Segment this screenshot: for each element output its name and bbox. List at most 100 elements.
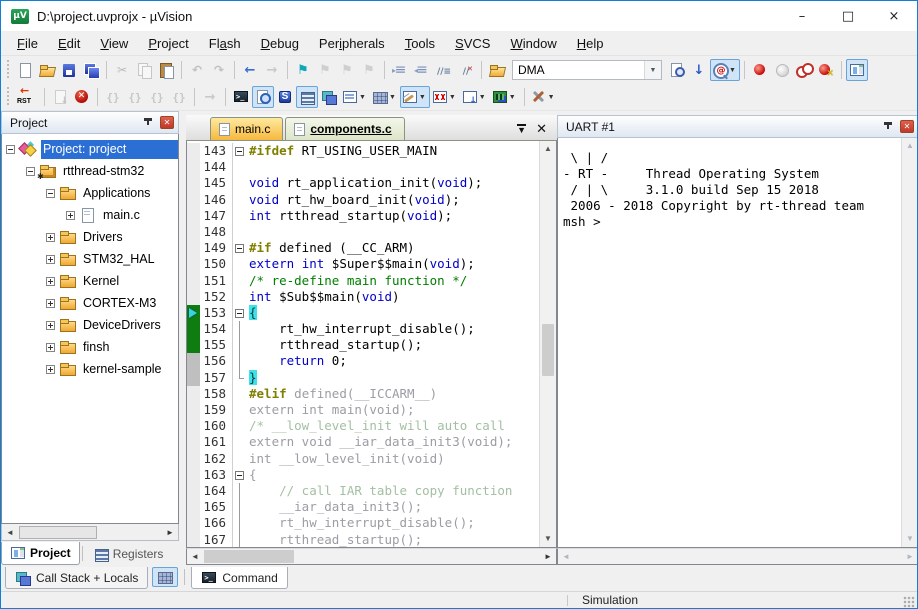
editor-tab-components-c[interactable]: components.c <box>285 117 404 140</box>
uncomment-icon[interactable] <box>455 59 477 81</box>
call-stack-window-icon[interactable] <box>318 86 340 108</box>
collapse-icon[interactable] <box>26 167 35 176</box>
combo-dropdown-icon[interactable]: ▼ <box>644 61 661 79</box>
command-window-icon[interactable] <box>230 86 252 108</box>
reset-cpu-icon[interactable] <box>14 86 40 108</box>
scroll-right-icon[interactable]: ► <box>902 552 918 561</box>
tree-item-main-c[interactable]: main.c <box>2 204 178 226</box>
find-in-files-icon[interactable] <box>666 59 688 81</box>
panel-splitter[interactable] <box>179 111 186 565</box>
toolbox-icon[interactable]: ▼ <box>490 86 520 108</box>
step-over-icon[interactable] <box>124 86 146 108</box>
collapse-icon[interactable] <box>6 145 15 154</box>
menu-tools[interactable]: Tools <box>395 33 445 54</box>
save-all-icon[interactable] <box>80 59 102 81</box>
code-view[interactable]: 143#ifdef RT_USING_USER_MAIN144145void r… <box>187 141 539 547</box>
bookmark-toggle-icon[interactable] <box>292 59 314 81</box>
menu-view[interactable]: View <box>90 33 138 54</box>
dropdown-caret-icon[interactable]: ▼ <box>478 94 488 101</box>
analysis-window-icon[interactable]: ▼ <box>430 86 460 108</box>
menu-project[interactable]: Project <box>138 33 198 54</box>
dropdown-caret-icon[interactable]: ▼ <box>508 94 518 101</box>
menu-svcs[interactable]: SVCS <box>445 33 500 54</box>
project-window-toggle-icon[interactable] <box>846 59 868 81</box>
scroll-down-icon[interactable]: ▼ <box>540 531 556 547</box>
tree-item-applications[interactable]: Applications <box>2 182 178 204</box>
expand-icon[interactable] <box>46 299 55 308</box>
scroll-left-icon[interactable]: ◄ <box>187 552 203 561</box>
target-select-combo[interactable]: DMA▼ <box>512 60 662 80</box>
dropdown-caret-icon[interactable]: ▼ <box>728 67 738 74</box>
bookmark-clear-icon[interactable] <box>358 59 380 81</box>
find-icon[interactable] <box>688 59 710 81</box>
kill-all-breakpoints-icon[interactable] <box>815 59 837 81</box>
dropdown-caret-icon[interactable]: ▼ <box>388 94 398 101</box>
dropdown-caret-icon[interactable]: ▼ <box>547 94 557 101</box>
dropdown-caret-icon[interactable]: ▼ <box>358 94 368 101</box>
lookup-symbol-icon[interactable]: ▼ <box>710 59 740 81</box>
paste-icon[interactable] <box>155 59 177 81</box>
menu-debug[interactable]: Debug <box>251 33 309 54</box>
tree-item-devicedrivers[interactable]: DeviceDrivers <box>2 314 178 336</box>
tree-item-stm32-hal[interactable]: STM32_HAL <box>2 248 178 270</box>
cut-icon[interactable] <box>111 59 133 81</box>
stop-icon[interactable] <box>71 86 93 108</box>
editor-vertical-scrollbar[interactable]: ▲ ▼ <box>539 141 556 547</box>
save-icon[interactable] <box>58 59 80 81</box>
expand-icon[interactable] <box>46 365 55 374</box>
editor-horizontal-scrollbar[interactable]: ◄ ► <box>186 548 557 565</box>
resize-grip[interactable] <box>903 596 915 608</box>
indent-icon[interactable] <box>389 59 411 81</box>
tree-item-kernel[interactable]: Kernel <box>2 270 178 292</box>
new-file-icon[interactable] <box>14 59 36 81</box>
step-out-icon[interactable] <box>146 86 168 108</box>
registers-window-icon[interactable] <box>296 86 318 108</box>
tree-item-drivers[interactable]: Drivers <box>2 226 178 248</box>
redo-icon[interactable] <box>208 59 230 81</box>
close-button[interactable]: × <box>871 1 917 31</box>
flash-download-icon[interactable] <box>486 59 508 81</box>
menu-edit[interactable]: Edit <box>48 33 90 54</box>
fold-collapse-icon[interactable] <box>233 143 247 159</box>
scroll-left-icon[interactable]: ◄ <box>558 552 574 561</box>
tab-registers[interactable]: Registers <box>85 542 172 565</box>
fold-collapse-icon[interactable] <box>233 467 247 483</box>
expand-icon[interactable] <box>66 211 75 220</box>
debug-tools-icon[interactable]: ▼ <box>529 86 559 108</box>
scroll-up-icon[interactable]: ▲ <box>902 138 918 154</box>
toolbar-grip[interactable] <box>6 60 11 80</box>
expand-icon[interactable] <box>46 277 55 286</box>
tree-item-cortex-m3[interactable]: CORTEX-M3 <box>2 292 178 314</box>
symbol-window-icon[interactable] <box>274 86 296 108</box>
fold-collapse-icon[interactable] <box>233 240 247 256</box>
comment-icon[interactable] <box>433 59 455 81</box>
expand-icon[interactable] <box>46 255 55 264</box>
menu-flash[interactable]: Flash <box>199 33 251 54</box>
copy-icon[interactable] <box>133 59 155 81</box>
scroll-thumb[interactable] <box>19 526 97 539</box>
menu-help[interactable]: Help <box>567 33 614 54</box>
close-icon[interactable]: ✕ <box>900 120 914 133</box>
memory-window-icon[interactable]: ▼ <box>370 86 400 108</box>
menu-peripherals[interactable]: Peripherals <box>309 33 395 54</box>
run-icon[interactable] <box>49 86 71 108</box>
minimize-button[interactable]: – <box>779 1 825 31</box>
fold-collapse-icon[interactable] <box>233 305 247 321</box>
code-editor[interactable]: 143#ifdef RT_USING_USER_MAIN144145void r… <box>186 141 557 548</box>
scroll-thumb[interactable] <box>204 550 294 563</box>
editor-tab-main-c[interactable]: main.c <box>210 117 283 140</box>
scroll-up-icon[interactable]: ▲ <box>540 141 556 157</box>
uart-horizontal-scrollbar[interactable]: ◄ ► <box>557 548 918 565</box>
expand-icon[interactable] <box>46 233 55 242</box>
tab-call-stack-locals[interactable]: Call Stack + Locals <box>5 567 148 589</box>
watch-window-icon[interactable]: ▼ <box>340 86 370 108</box>
bookmark-next-icon[interactable] <box>314 59 336 81</box>
toolbar-grip[interactable] <box>6 87 11 107</box>
insert-breakpoint-icon[interactable] <box>749 59 771 81</box>
scroll-right-icon[interactable]: ► <box>162 528 178 537</box>
maximize-button[interactable]: □ <box>825 1 871 31</box>
memory-window-button[interactable] <box>152 567 178 587</box>
open-file-icon[interactable] <box>36 59 58 81</box>
undo-icon[interactable] <box>186 59 208 81</box>
tab-project[interactable]: Project <box>1 542 80 565</box>
